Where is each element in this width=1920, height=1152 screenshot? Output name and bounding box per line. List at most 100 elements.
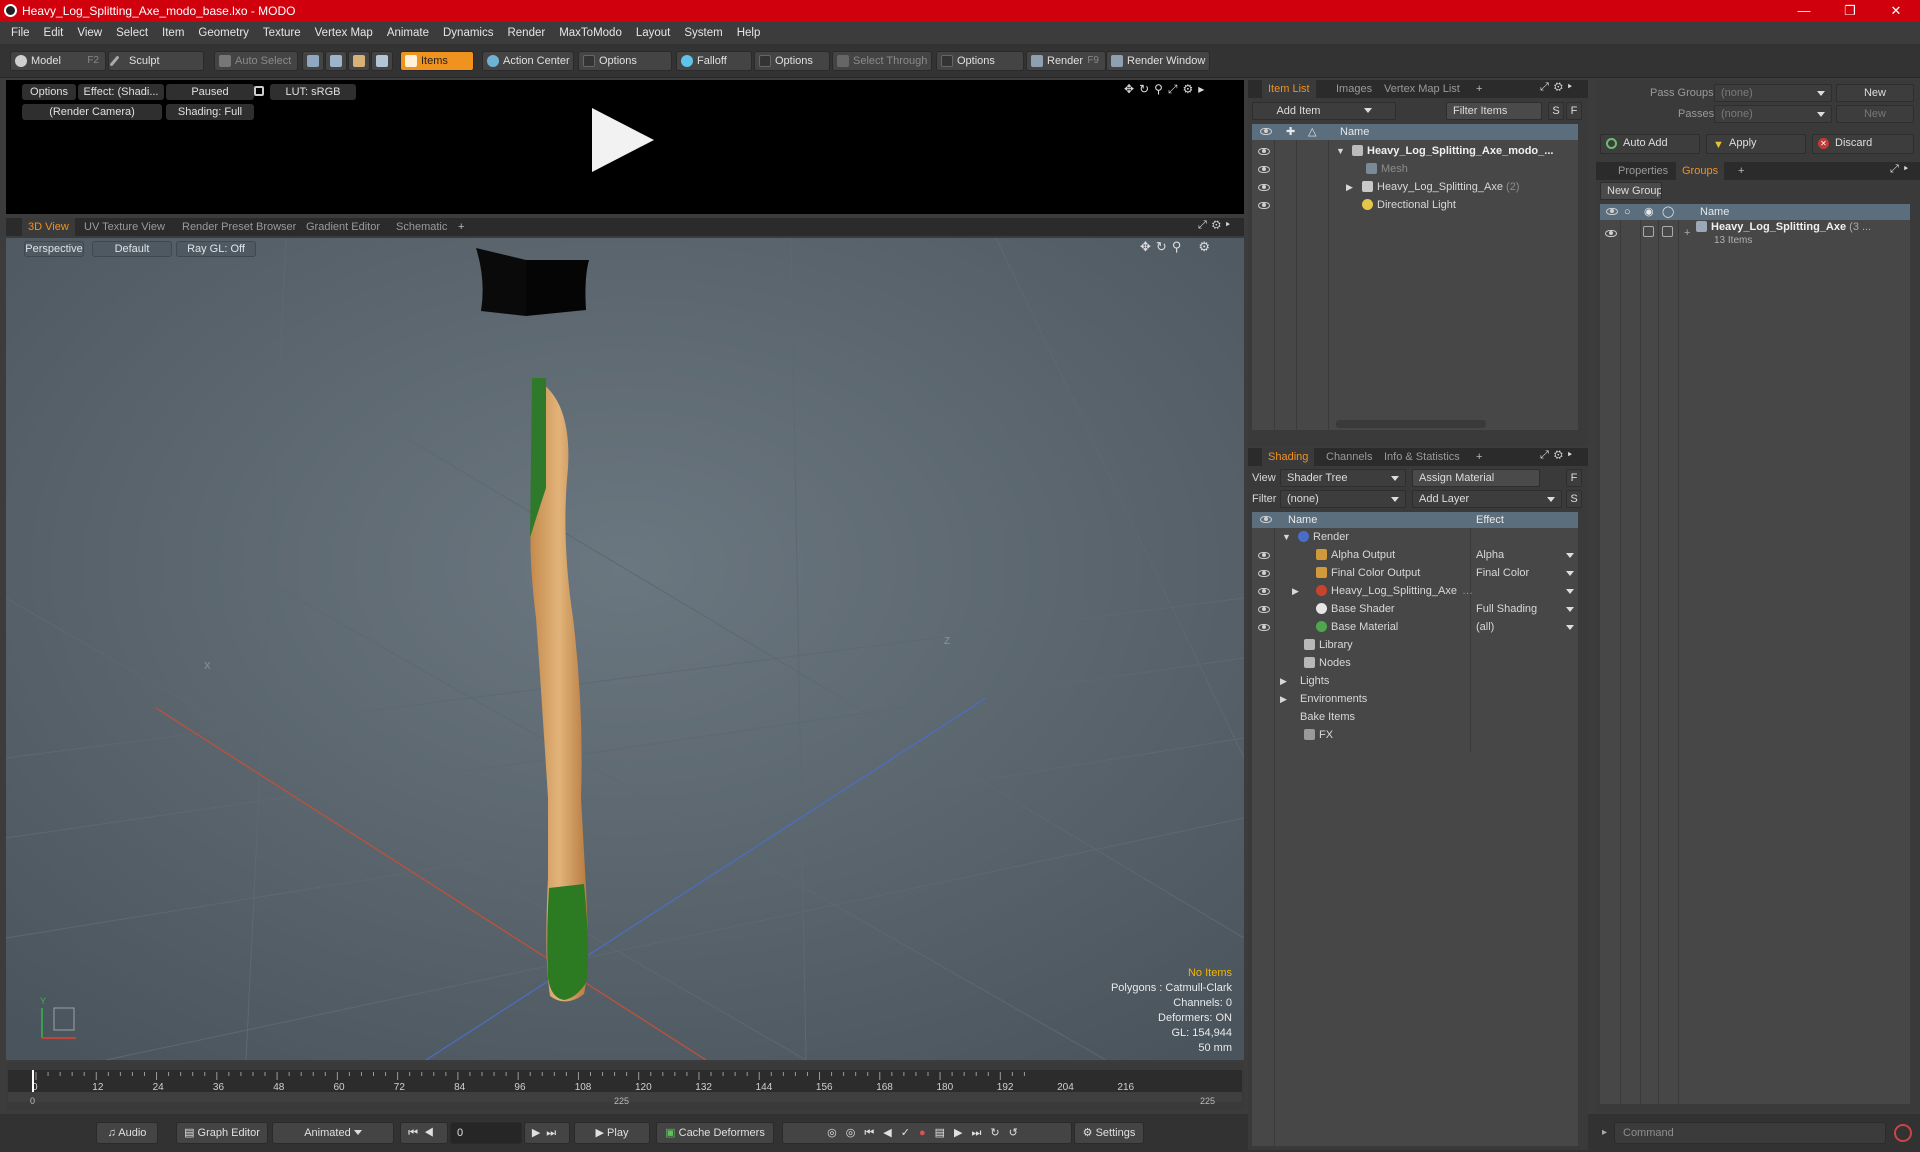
tab-info-statistics[interactable]: Info & Statistics — [1378, 448, 1466, 466]
maximize-view-icon[interactable]: ⤢ — [1198, 219, 1212, 231]
loop-icon[interactable]: ↺ — [1009, 1127, 1027, 1139]
skip-start-controls[interactable]: ⏮◀ — [400, 1122, 448, 1144]
menu-item[interactable]: Item — [155, 22, 191, 44]
gear-icon[interactable]: ⚙ — [1183, 82, 1199, 96]
chevron-down-icon[interactable] — [1566, 607, 1574, 612]
chevron-down-icon[interactable] — [1566, 553, 1574, 558]
rotate-view-icon[interactable]: ↻ — [1139, 82, 1154, 96]
maximize-panel-icon[interactable]: ⤢ — [1540, 81, 1554, 93]
frame-input[interactable]: 0 — [450, 1122, 522, 1144]
expand-arrow-icon[interactable]: ▶ — [1346, 178, 1353, 196]
chevron-down-icon[interactable] — [1566, 589, 1574, 594]
add-tab-icon[interactable]: + — [1470, 448, 1488, 466]
gear-icon[interactable]: ⚙ — [1212, 219, 1226, 231]
3d-viewport[interactable]: X Z Y Perspective Default Ray GL: Off ✥↻… — [6, 238, 1244, 1060]
key-settings-icon[interactable]: ▤ — [935, 1127, 954, 1139]
view-dropdown[interactable]: Shader Tree — [1280, 469, 1406, 487]
visibility-eye-icon[interactable] — [1258, 166, 1270, 173]
expand-arrow-icon[interactable]: ▶ — [1292, 582, 1299, 600]
expand-arrow-icon[interactable]: ▶ — [1280, 690, 1287, 708]
sculpt-mode-button[interactable]: Sculpt — [108, 51, 204, 71]
item-row[interactable]: Mesh — [1252, 160, 1578, 178]
shading-f-button[interactable]: F — [1566, 469, 1582, 487]
falloff-options-button[interactable]: Options — [754, 51, 830, 71]
auto-add-button[interactable]: Auto Add — [1600, 134, 1700, 154]
shader-row-base-shader[interactable]: Base Shader Full Shading — [1252, 600, 1578, 618]
passes-dropdown[interactable]: (none) — [1714, 105, 1832, 123]
shader-row-nodes[interactable]: Nodes — [1252, 654, 1578, 672]
new-group-button[interactable]: New Group — [1600, 182, 1662, 200]
preview-lut-dropdown[interactable]: LUT: sRGB — [270, 84, 356, 100]
action-center-options-button[interactable]: Options — [578, 51, 672, 71]
minimize-icon[interactable]: — — [1784, 2, 1824, 20]
menu-texture[interactable]: Texture — [256, 22, 308, 44]
auto-select-button[interactable]: Auto Select — [214, 51, 298, 71]
gear-icon[interactable]: ⚙ — [1554, 81, 1568, 93]
tab-properties[interactable]: Properties — [1612, 162, 1674, 180]
item-row[interactable]: ▶ Heavy_Log_Splitting_Axe (2) — [1252, 178, 1578, 196]
loop-icon[interactable]: ↻ — [990, 1127, 1008, 1139]
expand-arrow-icon[interactable]: ▼ — [1336, 142, 1345, 160]
new-pass-group-button[interactable]: New — [1836, 84, 1914, 102]
perspective-dropdown[interactable]: Perspective — [24, 241, 84, 257]
maximize-view-icon[interactable]: ⤢ — [1168, 82, 1183, 96]
shader-row-alpha-output[interactable]: Alpha Output Alpha — [1252, 546, 1578, 564]
shader-row-library[interactable]: Library — [1252, 636, 1578, 654]
new-pass-button[interactable]: New — [1836, 105, 1914, 123]
expand-arrow-icon[interactable]: ▼ — [1282, 528, 1291, 546]
menu-help[interactable]: Help — [730, 22, 768, 44]
menu-vertex-map[interactable]: Vertex Map — [308, 22, 380, 44]
maximize-panel-icon[interactable]: ⤢ — [1540, 449, 1554, 461]
add-layer-dropdown[interactable]: Add Layer — [1412, 490, 1562, 508]
expand-arrow-icon[interactable]: ▶ — [1280, 672, 1287, 690]
filter-dropdown[interactable]: (none) — [1280, 490, 1406, 508]
group-row[interactable]: + Heavy_Log_Splitting_Axe (3 ... 13 Item… — [1600, 221, 1910, 252]
select-through-options-button[interactable]: Options — [936, 51, 1024, 71]
chevron-down-icon[interactable] — [1566, 625, 1574, 630]
tab-render-preset-browser[interactable]: Render Preset Browser — [176, 218, 302, 236]
tab-uv-texture-view[interactable]: UV Texture View — [78, 218, 171, 236]
visibility-eye-icon[interactable] — [1605, 230, 1617, 237]
visibility-eye-icon[interactable] — [1258, 588, 1270, 595]
prev-key-icon[interactable]: ⏮ — [864, 1127, 883, 1139]
next-key-icon[interactable]: ⏭ — [972, 1127, 991, 1139]
filter-s-button[interactable]: S — [1548, 102, 1564, 120]
next-key-icon[interactable]: ▶ — [954, 1127, 971, 1139]
preview-camera-dropdown[interactable]: (Render Camera) — [22, 104, 162, 120]
preview-options-button[interactable]: Options — [22, 84, 76, 100]
add-item-dropdown[interactable]: Add Item — [1252, 102, 1396, 120]
chevron-down-icon[interactable] — [1566, 571, 1574, 576]
select-through-button[interactable]: Select Through — [832, 51, 932, 71]
item-row[interactable]: ▼ Heavy_Log_Splitting_Axe_modo_... — [1252, 142, 1578, 160]
audio-button[interactable]: ♫ Audio — [96, 1122, 158, 1144]
edges-mode-button[interactable] — [325, 51, 347, 71]
step-forward-controls[interactable]: ▶⏭ — [524, 1122, 570, 1144]
menu-maxtomodo[interactable]: MaxToModo — [552, 22, 629, 44]
filter-f-button[interactable]: F — [1566, 102, 1582, 120]
step-forward-icon[interactable]: ▶ — [532, 1127, 546, 1139]
visibility-eye-icon[interactable] — [1258, 184, 1270, 191]
shader-row-bake-items[interactable]: Bake Items — [1252, 708, 1578, 726]
visibility-eye-icon[interactable] — [1258, 624, 1270, 631]
add-tab-icon[interactable]: + — [452, 218, 470, 236]
visibility-eye-icon[interactable] — [1258, 570, 1270, 577]
command-input[interactable]: Command — [1614, 1122, 1886, 1144]
zoom-view-icon[interactable]: ⚲ — [1154, 82, 1168, 96]
skip-to-start-icon[interactable]: ⏮ — [408, 1127, 424, 1139]
filter-items-input[interactable]: Filter Items — [1446, 102, 1542, 120]
tab-item-list[interactable]: Item List — [1262, 80, 1316, 98]
set-key-icon[interactable]: ✓ — [901, 1127, 919, 1139]
tab-images[interactable]: Images — [1330, 80, 1378, 98]
preview-paused-button[interactable]: Paused — [166, 84, 254, 100]
menu-file[interactable]: File — [0, 22, 37, 44]
menu-animate[interactable]: Animate — [380, 22, 436, 44]
menu-arrow-icon[interactable]: ▸ — [1904, 163, 1913, 175]
items-mode-button[interactable]: Items — [400, 51, 474, 71]
prev-key-icon[interactable]: ◀ — [883, 1127, 900, 1139]
shader-row-fx[interactable]: FX — [1252, 726, 1578, 744]
record-icon[interactable]: ● — [919, 1127, 935, 1139]
shader-row-base-material[interactable]: Base Material (all) — [1252, 618, 1578, 636]
play-button[interactable]: ▶ Play — [574, 1122, 650, 1144]
render-button[interactable]: Render F9 — [1026, 51, 1106, 71]
menu-arrow-icon[interactable]: ▸ — [1568, 81, 1577, 93]
